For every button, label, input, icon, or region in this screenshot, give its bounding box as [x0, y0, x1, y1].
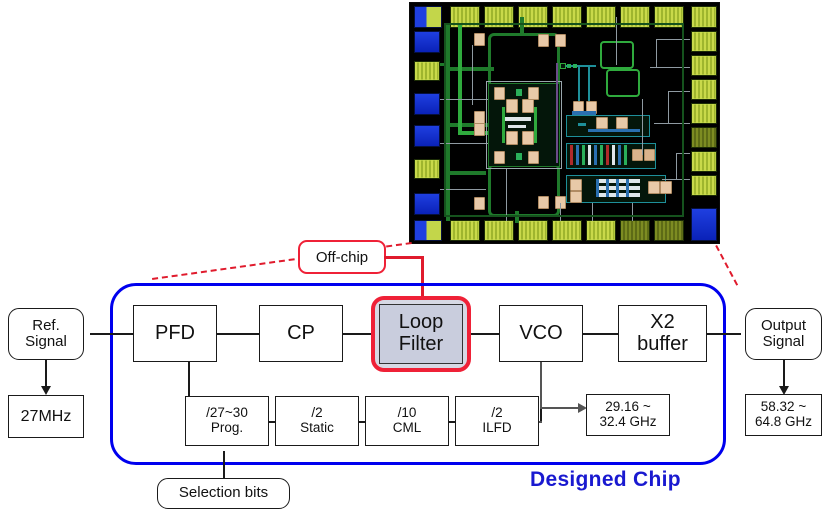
divider-3-line2: ILFD	[482, 420, 512, 435]
block-divider-prog[interactable]: /27~30 Prog.	[185, 396, 269, 446]
arrow-ref-to-27mhz	[41, 386, 51, 395]
block-selection-bits[interactable]: Selection bits	[157, 478, 290, 509]
block-x2-buffer[interactable]: X2 buffer	[618, 305, 707, 362]
line-vco-to-x2	[583, 333, 618, 335]
block-divider-cml[interactable]: /10 CML	[365, 396, 449, 446]
ref-signal-line2: Signal	[25, 333, 67, 350]
line-cp-to-lf	[343, 333, 373, 335]
line-ref-to-pfd	[90, 333, 134, 335]
block-pfd[interactable]: PFD	[133, 305, 217, 362]
off-chip-connector-h	[384, 256, 424, 259]
callout-dashed-right	[715, 245, 739, 286]
loop-filter-line1: Loop	[398, 311, 444, 334]
off-chip-label: Off-chip	[298, 240, 386, 274]
designed-chip-label: Designed Chip	[530, 468, 681, 491]
line-pfd-to-cp	[216, 333, 260, 335]
loop-filter-line2: Filter	[398, 333, 444, 355]
line-vco-freq-v	[540, 362, 542, 408]
divider-2-line1: /10	[397, 405, 417, 421]
pfd-label: PFD	[155, 321, 195, 344]
output-frequency-line1: 58.32 ~	[760, 399, 807, 415]
divider-1-line1: /2	[311, 405, 323, 421]
cp-label: CP	[287, 321, 315, 344]
output-frequency-line2: 64.8 GHz	[754, 414, 813, 429]
block-vco-frequency: 29.16 ~ 32.4 GHz	[586, 394, 670, 436]
block-vco[interactable]: VCO	[499, 305, 583, 362]
block-output-frequency: 58.32 ~ 64.8 GHz	[745, 394, 822, 436]
divider-3-line1: /2	[491, 405, 503, 421]
line-vco-freq-h	[540, 407, 580, 409]
line-selection-bits	[223, 451, 225, 480]
line-x2-to-output	[707, 333, 741, 335]
block-ref-signal[interactable]: Ref. Signal	[8, 308, 84, 360]
ref-signal-line1: Ref.	[32, 316, 60, 334]
divider-0-line1: /27~30	[206, 405, 248, 421]
block-divider-static[interactable]: /2 Static	[275, 396, 359, 446]
block-loop-filter[interactable]: Loop Filter	[371, 296, 471, 372]
block-output-signal[interactable]: Output Signal	[745, 308, 822, 360]
divider-2-line2: CML	[392, 420, 422, 435]
x2-buffer-line1: X2	[650, 310, 675, 333]
vco-label: VCO	[519, 321, 563, 344]
figure-root: Off-chip Designed Chip Ref. Signal 27MHz	[0, 0, 830, 512]
ref-frequency-text: 27MHz	[20, 407, 72, 425]
chip-die-photo	[409, 2, 720, 244]
line-ref-to-27mhz	[45, 360, 47, 389]
block-cp[interactable]: CP	[259, 305, 343, 362]
block-divider-ilfd[interactable]: /2 ILFD	[455, 396, 539, 446]
off-chip-text: Off-chip	[315, 248, 369, 266]
output-signal-line1: Output	[760, 316, 807, 334]
vco-frequency-line1: 29.16 ~	[605, 399, 651, 415]
line-output-to-freq	[783, 360, 785, 389]
divider-0-line2: Prog.	[210, 420, 244, 435]
die-layout-canvas	[410, 3, 719, 243]
divider-1-line2: Static	[300, 420, 334, 435]
vco-frequency-line2: 32.4 GHz	[599, 414, 657, 429]
line-lf-to-vco	[469, 333, 499, 335]
loop-filter-inner: Loop Filter	[379, 304, 463, 364]
x2-buffer-line2: buffer	[637, 332, 688, 355]
selection-bits-label: Selection bits	[178, 484, 269, 502]
output-signal-line2: Signal	[762, 333, 805, 350]
block-ref-frequency: 27MHz	[8, 395, 84, 438]
